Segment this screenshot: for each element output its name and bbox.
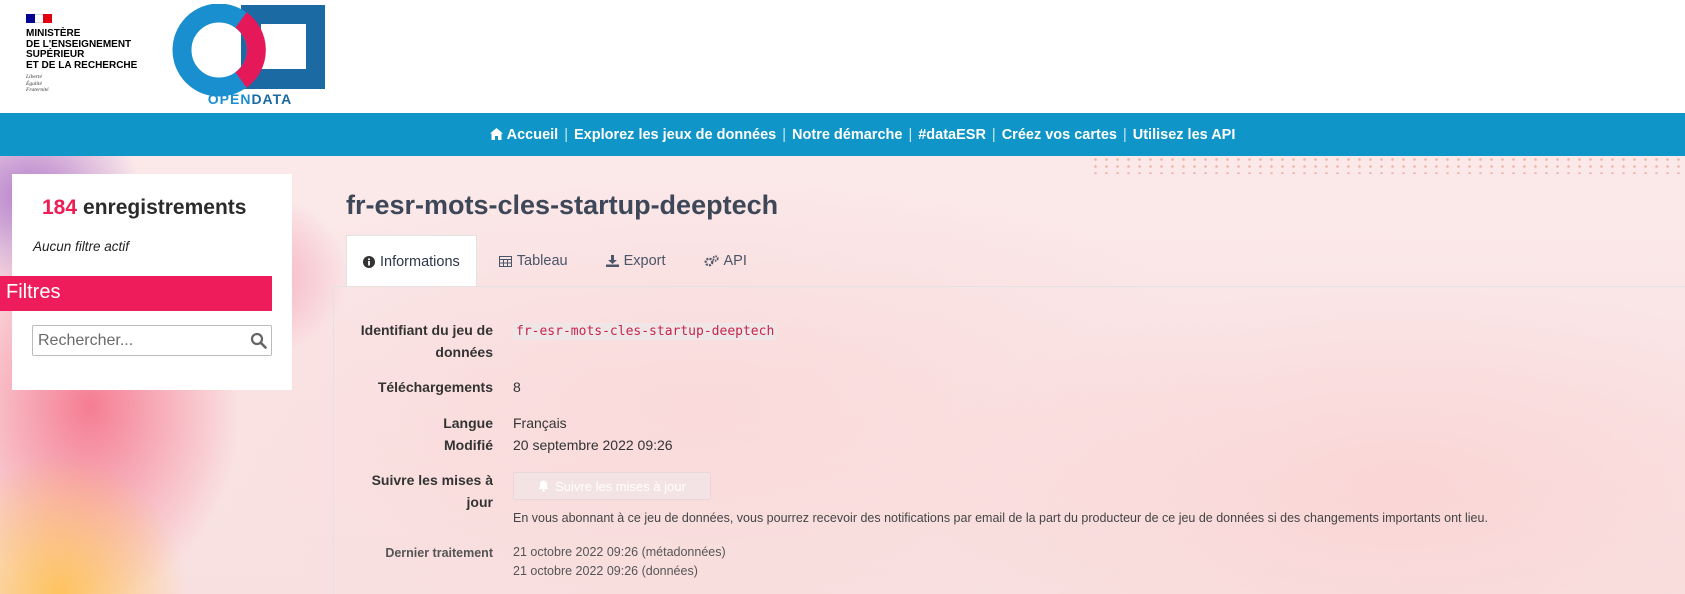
tab-informations[interactable]: Informations: [346, 235, 477, 287]
page-title: fr-esr-mots-cles-startup-deeptech: [346, 190, 779, 220]
nav-separator: |: [991, 126, 996, 143]
language-label: Langue: [443, 415, 493, 431]
filters-header: Filtres: [0, 276, 272, 311]
background-speckle: [1090, 156, 1685, 174]
search-input[interactable]: [33, 326, 245, 355]
nav-item-notre-demarche[interactable]: Notre démarche: [792, 127, 902, 143]
nav-separator: |: [782, 126, 787, 143]
follow-updates-button[interactable]: Suivre les mises à jour: [513, 472, 711, 500]
last-processing-data: 21 octobre 2022 09:26 (données): [513, 564, 698, 578]
search-box: [32, 325, 272, 356]
site-header: MINISTÈRE DE L'ENSEIGNEMENT SUPÉRIEUR ET…: [0, 0, 1685, 113]
nav-item-accueil[interactable]: Accueil: [489, 127, 558, 143]
nav-separator: |: [908, 126, 913, 143]
last-processing-label: Dernier traitement: [385, 546, 493, 560]
info-icon: [363, 255, 375, 268]
modified-label: Modifié: [444, 437, 493, 453]
ministry-name: MINISTÈRE DE L'ENSEIGNEMENT SUPÉRIEUR ET…: [26, 28, 138, 71]
french-flag-icon: [26, 14, 53, 23]
downloads-label: Téléchargements: [377, 379, 493, 395]
identifier-label: Identifiant du jeu de données: [360, 322, 493, 360]
tab-tableau[interactable]: Tableau: [483, 235, 584, 287]
gears-icon: [704, 255, 719, 267]
follow-label: Suivre les mises à jour: [371, 472, 493, 510]
table-icon: [498, 255, 512, 267]
downloads-value: 8: [513, 379, 521, 395]
identifier-value: fr-esr-mots-cles-startup-deeptech: [513, 320, 778, 343]
follow-note: En vous abonnant à ce jeu de données, vo…: [513, 511, 1488, 525]
download-icon: [605, 255, 619, 267]
opendata-logo-text: OPENDATA: [207, 91, 293, 107]
tab-api[interactable]: API: [688, 235, 763, 287]
filter-status: Aucun filtre actif: [33, 239, 130, 254]
nav-separator: |: [564, 126, 568, 143]
nav-item-creez-vos-cartes[interactable]: Créez vos cartes: [1002, 127, 1117, 143]
bell-icon: [538, 480, 549, 492]
ministry-motto: Liberté Égalité Fraternité: [26, 74, 49, 93]
record-count: 184 enregistrements: [42, 196, 246, 220]
record-count-number: 184: [42, 196, 78, 219]
last-processing-meta: 21 octobre 2022 09:26 (métadonnées): [513, 545, 726, 559]
main-nav: Accueil | Explorez les jeux de données |…: [0, 113, 1685, 156]
ministry-logo[interactable]: MINISTÈRE DE L'ENSEIGNEMENT SUPÉRIEUR ET…: [26, 14, 146, 94]
dataset-tabs: Informations Tableau Export API: [346, 235, 769, 287]
language-value: Français: [513, 415, 567, 431]
nav-item-explorez[interactable]: Explorez les jeux de données: [574, 127, 776, 143]
tab-export[interactable]: Export: [590, 235, 682, 287]
search-icon[interactable]: [250, 332, 267, 349]
modified-value: 20 septembre 2022 09:26: [513, 437, 673, 453]
nav-item-utilisez-les-api[interactable]: Utilisez les API: [1133, 127, 1236, 143]
home-icon: [489, 127, 503, 140]
record-count-label: enregistrements: [83, 196, 247, 219]
nav-item-dataesr[interactable]: #dataESR: [918, 127, 986, 143]
nav-separator: |: [1122, 126, 1127, 143]
